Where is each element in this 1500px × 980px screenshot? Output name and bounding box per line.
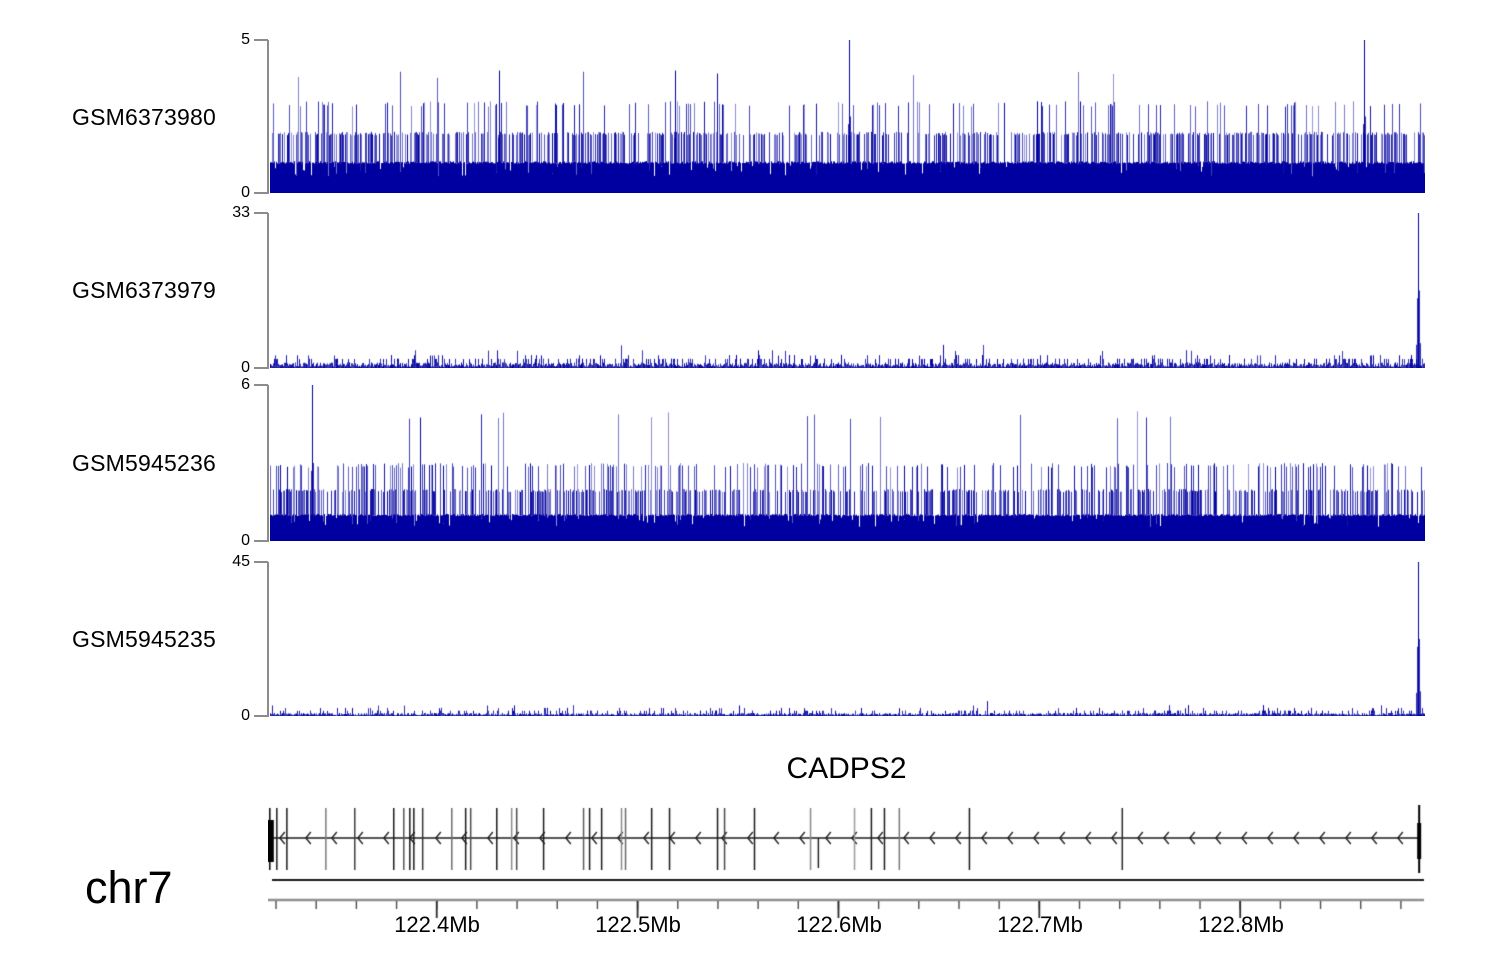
track1-yaxis-bottom-tick [254,192,268,194]
track2-ymin-label: 0 [206,359,250,377]
track-label-gsm5945235: GSM5945235 [72,626,252,653]
track2-ymax-label: 33 [206,204,250,222]
track2-yaxis-bottom-tick [254,367,268,369]
axis-tick-label-122-5: 122.5Mb [568,912,708,938]
track3-yaxis-line [267,385,269,542]
track4-ymax-label: 45 [206,553,250,571]
track2-yaxis-top-tick [254,212,268,214]
genome-browser-figure: GSM6373980 5 0 GSM6373979 33 0 GSM594523… [0,0,1500,980]
track3-ymax-label: 6 [206,376,250,394]
track4-ymin-label: 0 [206,707,250,725]
track3-ymin-label: 0 [206,532,250,550]
track1-yaxis-line [267,40,269,194]
track1-yaxis-top-tick [254,39,268,41]
chromosome-label: chr7 [85,862,173,914]
axis-tick-label-122-8: 122.8Mb [1171,912,1311,938]
track-label-gsm6373979: GSM6373979 [72,277,252,304]
track1-ymin-label: 0 [206,184,250,202]
coverage-canvas-1 [270,213,1425,368]
coverage-canvas-2 [270,385,1425,541]
coverage-canvas-3 [270,562,1425,716]
track-label-gsm6373980: GSM6373980 [72,104,252,131]
axis-tick-label-122-4: 122.4Mb [367,912,507,938]
track4-yaxis-top-tick [254,561,268,563]
track3-yaxis-bottom-tick [254,540,268,542]
track3-yaxis-top-tick [254,384,268,386]
axis-tick-label-122-6: 122.6Mb [769,912,909,938]
track4-yaxis-bottom-tick [254,715,268,717]
gene-name-title: CADPS2 [268,752,1425,786]
axis-tick-label-122-7: 122.7Mb [970,912,1110,938]
track-label-gsm5945236: GSM5945236 [72,450,252,477]
coverage-canvas-0 [270,40,1425,193]
track1-ymax-label: 5 [206,31,250,49]
track4-yaxis-line [267,562,269,717]
track2-yaxis-line [267,213,269,369]
